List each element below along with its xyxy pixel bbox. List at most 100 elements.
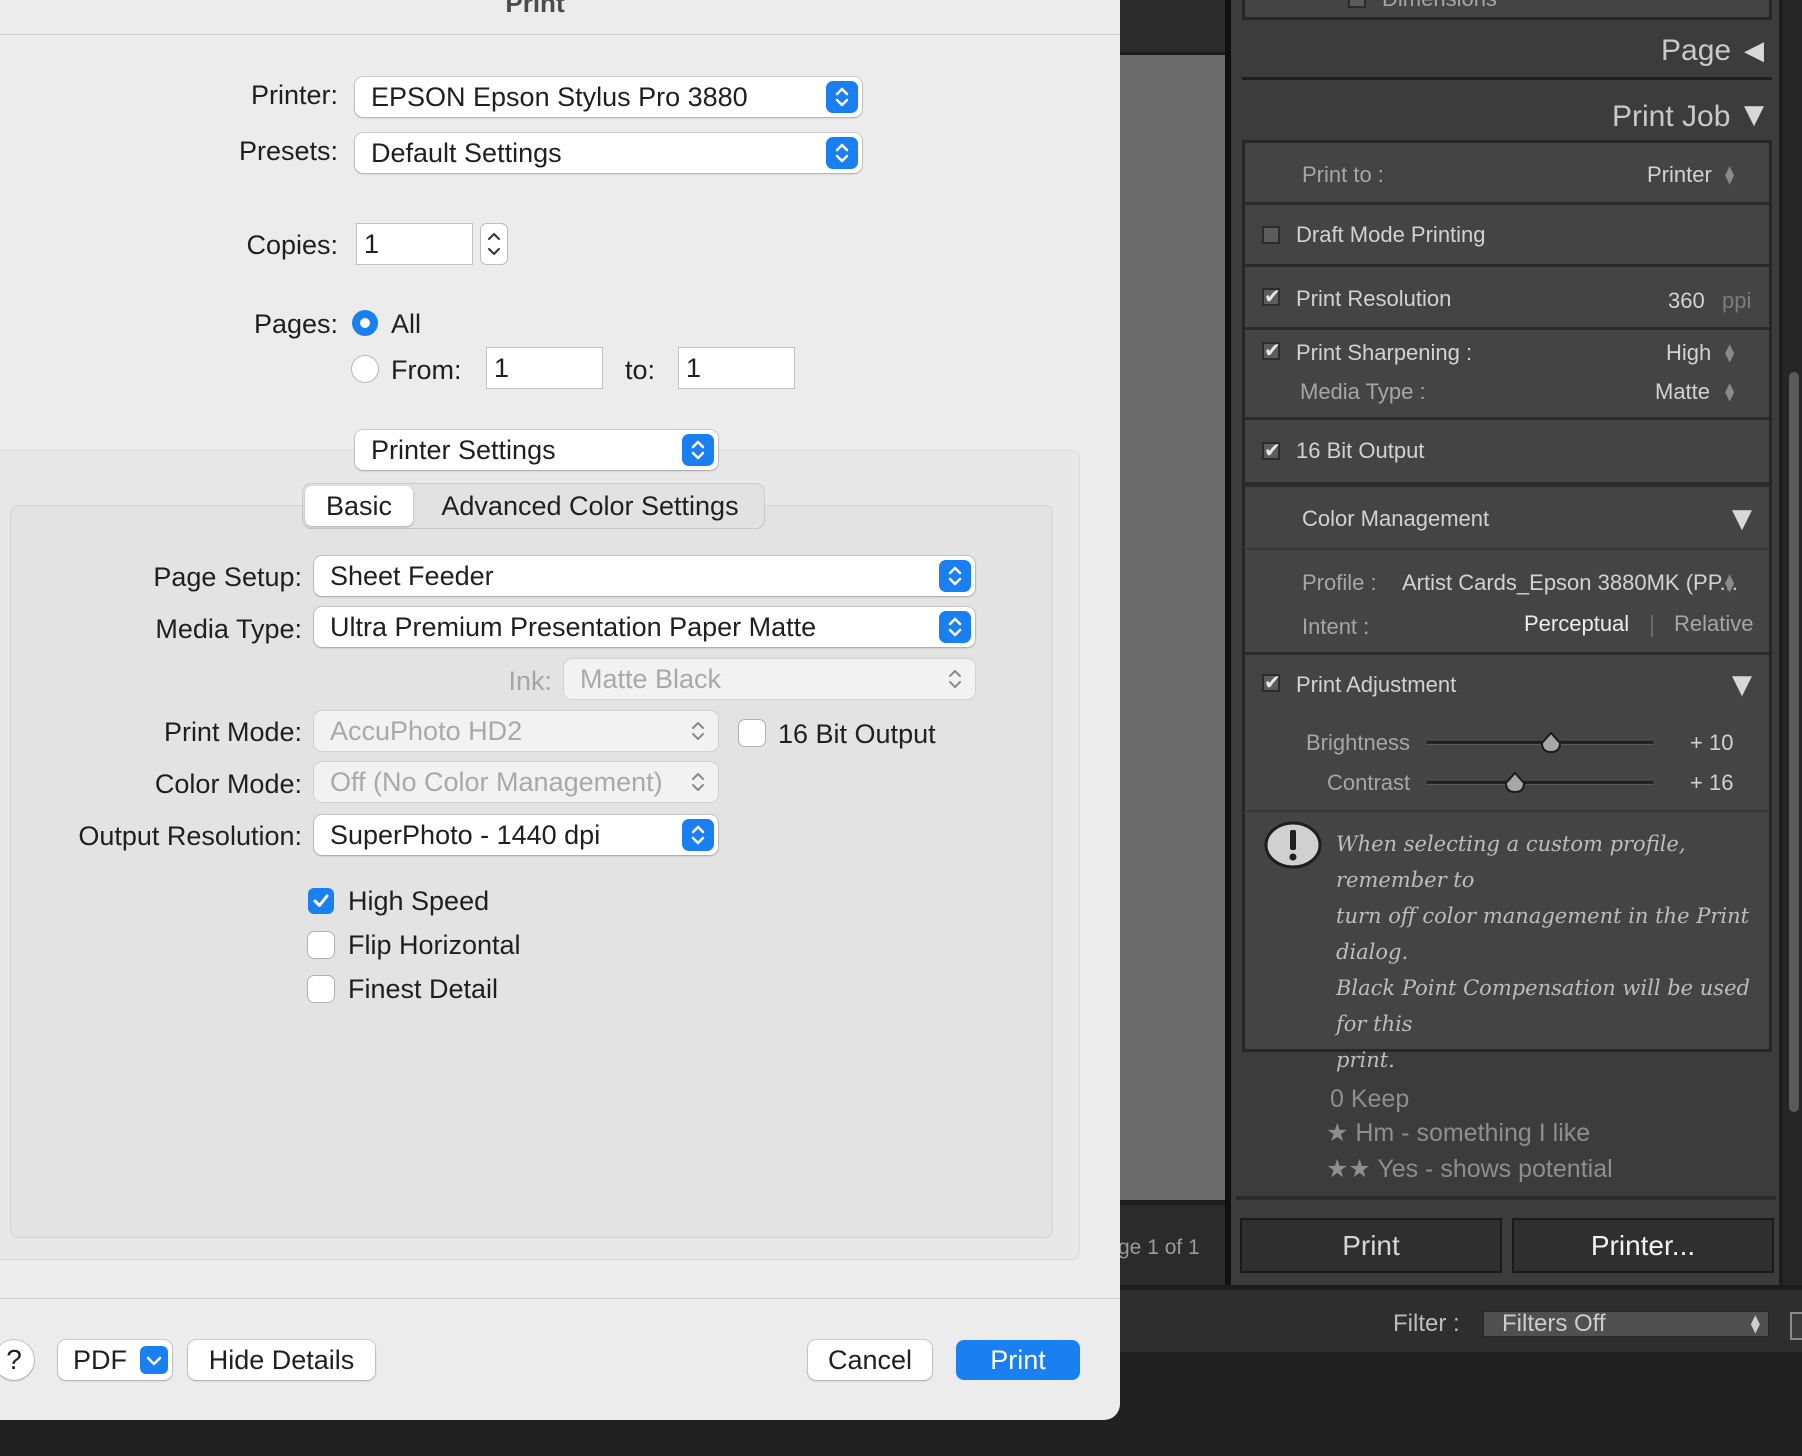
- page-count: ge 1 of 1: [1118, 1236, 1200, 1259]
- page-setup-popup[interactable]: Sheet Feeder: [314, 556, 975, 596]
- lr-16-bit-label: 16 Bit Output: [1296, 438, 1425, 463]
- separator: [1245, 548, 1769, 550]
- dialog-title: Print: [505, 0, 565, 18]
- chevron-up-down-icon: [682, 434, 714, 466]
- draft-mode-checkbox[interactable]: [1262, 226, 1280, 244]
- printer-popup[interactable]: EPSON Epson Stylus Pro 3880: [355, 77, 862, 117]
- separator: [1245, 417, 1769, 420]
- print-sharpening-label: Print Sharpening :: [1296, 340, 1473, 365]
- output-resolution-popup[interactable]: SuperPhoto - 1440 dpi: [314, 815, 718, 855]
- chevron-up-down-icon: [826, 81, 858, 113]
- contrast-slider-knob[interactable]: [1504, 771, 1526, 794]
- checkmark-icon: [313, 894, 329, 907]
- media-type-label: Media Type :: [1300, 379, 1426, 404]
- print-adjustment-checkbox[interactable]: [1262, 670, 1281, 694]
- up-down-arrows-icon[interactable]: ▲ ▼: [1725, 572, 1734, 593]
- page-panel-header[interactable]: Page: [1661, 34, 1731, 68]
- color-mode-label: Color Mode:: [154, 769, 302, 799]
- profile-label: Profile :: [1302, 570, 1377, 595]
- footer-separator: [0, 1298, 1120, 1299]
- lr-print-button[interactable]: Print: [1240, 1218, 1502, 1273]
- pdf-button[interactable]: PDF: [58, 1340, 172, 1380]
- rating-menu-item[interactable]: ★★ Yes - shows potential: [1326, 1154, 1613, 1184]
- media-type-label: Media Type:: [155, 614, 302, 644]
- chevron-up-down-icon: [682, 819, 714, 851]
- printer-value: EPSON Epson Stylus Pro 3880: [371, 82, 748, 112]
- rating-menu-item[interactable]: ★ Hm - something I like: [1326, 1118, 1590, 1148]
- pages-all-radio[interactable]: [352, 310, 378, 336]
- media-type-value: Ultra Premium Presentation Paper Matte: [330, 612, 817, 642]
- ink-label: Ink:: [508, 666, 552, 696]
- print-to-value[interactable]: Printer: [1647, 162, 1712, 188]
- presets-popup[interactable]: Default Settings: [355, 133, 862, 173]
- dimensions-checkbox[interactable]: [1348, 0, 1366, 8]
- copies-stepper[interactable]: [481, 224, 507, 264]
- print-dialog: Print Printer: EPSON Epson Stylus Pro 38…: [0, 0, 1120, 1420]
- expand-triangle-icon[interactable]: ▼: [1732, 670, 1752, 700]
- filter-value: Filters Off: [1502, 1310, 1606, 1337]
- copies-field[interactable]: 1: [357, 224, 472, 264]
- color-mode-value: Off (No Color Management): [330, 767, 663, 797]
- rating-menu-item[interactable]: 0 Keep: [1330, 1085, 1409, 1114]
- help-button[interactable]: ?: [0, 1340, 34, 1380]
- print-sharpening-checkbox[interactable]: [1262, 338, 1281, 362]
- contrast-value: + 16: [1690, 770, 1734, 795]
- exclamation-icon: [1264, 820, 1322, 875]
- lr-16-bit-checkbox[interactable]: [1262, 438, 1281, 462]
- print-to-label: Print to :: [1302, 162, 1384, 187]
- section-popup[interactable]: Printer Settings: [355, 430, 718, 470]
- tab-advanced-color-settings[interactable]: Advanced Color Settings: [420, 486, 760, 526]
- chevron-up-down-icon: [939, 611, 971, 643]
- up-down-arrows-icon[interactable]: ▲ ▼: [1725, 164, 1734, 185]
- up-down-arrows-icon[interactable]: ▲ ▼: [1725, 342, 1734, 363]
- intent-relative[interactable]: Relative: [1674, 611, 1753, 637]
- media-type-popup[interactable]: Ultra Premium Presentation Paper Matte: [314, 607, 975, 647]
- lr-printer-button[interactable]: Printer...: [1512, 1218, 1774, 1273]
- high-speed-checkbox[interactable]: [308, 888, 334, 914]
- print-sharpening-value[interactable]: High: [1666, 340, 1711, 366]
- flip-horizontal-checkbox[interactable]: [308, 932, 334, 958]
- print-button[interactable]: Print: [956, 1340, 1080, 1380]
- finest-detail-checkbox[interactable]: [308, 976, 334, 1002]
- separator: [1245, 482, 1769, 487]
- brightness-label: Brightness: [1306, 730, 1410, 755]
- scrollbar-thumb[interactable]: [1789, 372, 1799, 1112]
- pages-from-radio[interactable]: [352, 356, 378, 382]
- presets-value: Default Settings: [371, 138, 562, 168]
- collapse-triangle-icon[interactable]: ◀: [1744, 36, 1764, 66]
- stepper-arrows-icon: [488, 233, 500, 255]
- intent-perceptual[interactable]: Perceptual: [1524, 611, 1629, 637]
- ink-popup: Matte Black: [564, 659, 975, 699]
- dlg-16-bit-checkbox[interactable]: [739, 720, 765, 746]
- cancel-button[interactable]: Cancel: [808, 1340, 932, 1380]
- color-management-label[interactable]: Color Management: [1302, 506, 1489, 532]
- up-down-arrows-icon[interactable]: ▲ ▼: [1725, 381, 1734, 402]
- pages-label: Pages:: [253, 309, 338, 339]
- color-mode-popup: Off (No Color Management): [314, 762, 718, 802]
- lightroom-toolbar-area: [1120, 0, 1225, 52]
- print-resolution-value[interactable]: 360: [1668, 288, 1705, 314]
- pages-from-field[interactable]: 1: [487, 348, 602, 388]
- hide-details-button[interactable]: Hide Details: [188, 1340, 375, 1380]
- dimensions-row: [1242, 0, 1772, 20]
- filter-lock-icon[interactable]: [1790, 1312, 1802, 1340]
- intent-label: Intent :: [1302, 614, 1370, 639]
- chevron-up-down-icon: [939, 663, 971, 695]
- contrast-slider[interactable]: [1427, 781, 1653, 785]
- dlg-16-bit-label: 16 Bit Output: [778, 719, 936, 749]
- print-mode-label: Print Mode:: [163, 717, 302, 747]
- brightness-value: + 10: [1690, 730, 1734, 755]
- chevron-up-down-icon: [939, 560, 971, 592]
- media-type-value[interactable]: Matte: [1655, 379, 1710, 405]
- tab-basic[interactable]: Basic: [305, 486, 413, 526]
- print-resolution-checkbox[interactable]: [1262, 284, 1281, 308]
- expand-triangle-icon[interactable]: ▼: [1732, 504, 1752, 534]
- profile-value[interactable]: Artist Cards_Epson 3880MK (PP...: [1402, 570, 1738, 596]
- filter-dropdown[interactable]: Filters Off ▲ ▼: [1482, 1310, 1770, 1338]
- finest-detail-label: Finest Detail: [348, 974, 499, 1004]
- print-resolution-unit: ppi: [1722, 288, 1752, 313]
- pages-to-field[interactable]: 1: [679, 348, 794, 388]
- print-job-panel-header[interactable]: Print Job: [1612, 100, 1730, 134]
- brightness-slider-knob[interactable]: [1540, 731, 1562, 754]
- expand-triangle-icon[interactable]: ▼: [1744, 100, 1764, 130]
